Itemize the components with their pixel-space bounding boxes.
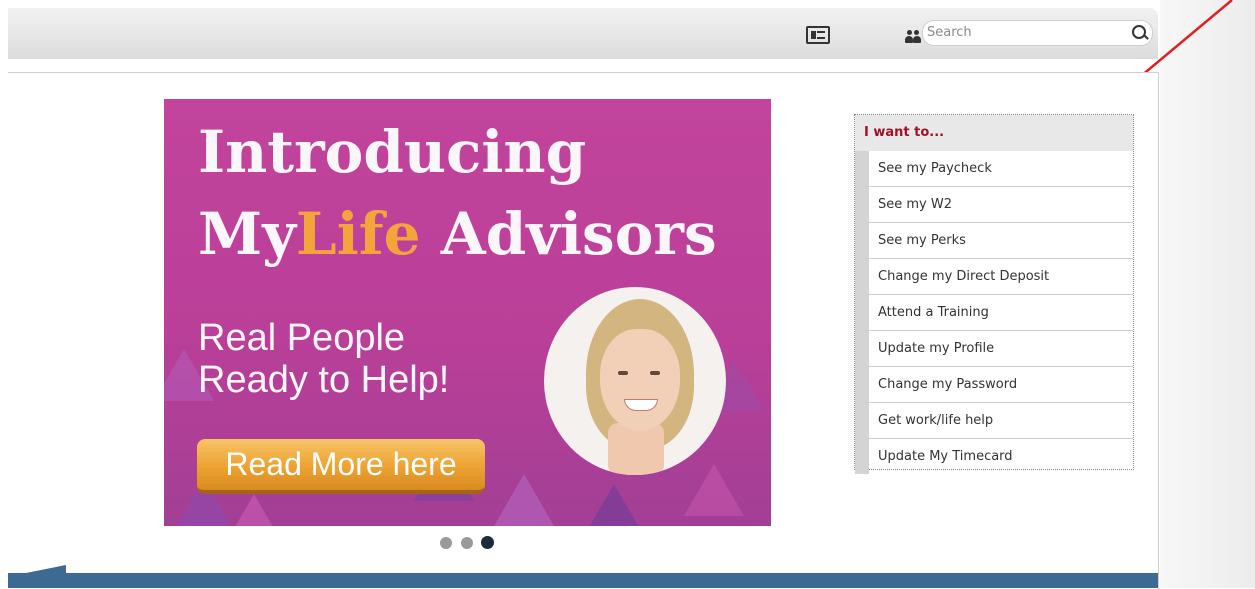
title-line-1: Introducing	[198, 118, 587, 186]
quick-link-see-perks[interactable]: See my Perks	[855, 223, 1133, 259]
quick-link-timecard[interactable]: Update My Timecard	[855, 439, 1133, 474]
banner-subtitle: Real People Ready to Help!	[198, 317, 449, 401]
people-icon[interactable]	[904, 30, 922, 43]
quick-links-list: See my Paycheck See my W2 See my Perks C…	[855, 151, 1133, 474]
quick-link-direct-deposit[interactable]: Change my Direct Deposit	[855, 259, 1133, 295]
advisor-portrait	[544, 287, 726, 475]
title-life: Life	[295, 200, 421, 268]
carousel-dot-2[interactable]	[461, 537, 473, 549]
search-box	[922, 20, 1153, 46]
title-advisors: Advisors	[420, 200, 717, 268]
quick-link-see-w2[interactable]: See my W2	[855, 187, 1133, 223]
read-more-button[interactable]: Read More here	[197, 439, 485, 494]
right-page-shade	[1160, 0, 1255, 588]
subtitle-line-2: Ready to Help!	[198, 359, 450, 401]
quick-link-work-life-help[interactable]: Get work/life help	[855, 403, 1133, 439]
search-input[interactable]	[927, 23, 1117, 41]
carousel-dots	[440, 536, 500, 551]
quick-link-training[interactable]: Attend a Training	[855, 295, 1133, 331]
carousel-dot-1[interactable]	[440, 537, 452, 549]
footer-band	[8, 565, 1158, 588]
i-want-to-panel: I want to... See my Paycheck See my W2 S…	[854, 114, 1134, 474]
title-my: My	[198, 200, 296, 268]
title-line-2: MyLife Advisors	[198, 201, 717, 267]
quick-link-password[interactable]: Change my Password	[855, 367, 1133, 403]
promo-banner[interactable]: Introducing MyLife Advisors Real People …	[164, 99, 771, 526]
quick-link-see-paycheck[interactable]: See my Paycheck	[855, 151, 1133, 187]
subtitle-line-1: Real People	[198, 317, 406, 359]
panel-heading: I want to...	[855, 115, 1133, 151]
banner-title: Introducing MyLife Advisors	[198, 119, 717, 267]
carousel-dot-3-active[interactable]	[481, 536, 494, 549]
quick-link-profile[interactable]: Update my Profile	[855, 331, 1133, 367]
contact-card-icon[interactable]	[806, 26, 830, 44]
search-icon[interactable]	[1132, 25, 1146, 39]
